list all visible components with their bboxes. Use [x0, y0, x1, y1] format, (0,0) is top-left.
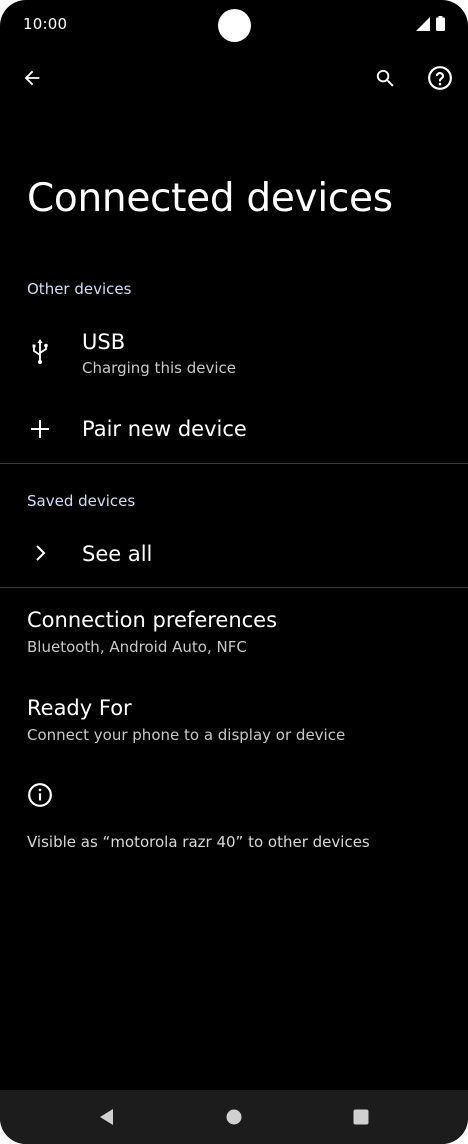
- connection-preferences-item[interactable]: Connection preferences Bluetooth, Androi…: [0, 596, 468, 670]
- signal-icon: [416, 16, 430, 31]
- ready-for-subtitle: Connect your phone to a display or devic…: [27, 726, 346, 744]
- usb-title: USB: [82, 330, 126, 354]
- see-all-item[interactable]: See all: [0, 524, 468, 584]
- see-all-title: See all: [82, 542, 153, 566]
- connection-preferences-subtitle: Bluetooth, Android Auto, NFC: [27, 638, 247, 656]
- page-title: Connected devices: [27, 176, 393, 221]
- section-header-other-devices: Other devices: [27, 280, 132, 298]
- usb-icon: [26, 338, 54, 366]
- nav-home-icon: [226, 1109, 242, 1125]
- plus-icon: [26, 415, 54, 443]
- navigation-bar: [0, 1090, 468, 1144]
- pair-new-device-item[interactable]: Pair new device: [0, 400, 468, 460]
- section-header-saved-devices: Saved devices: [27, 492, 136, 510]
- arrow-back-icon: [24, 70, 40, 86]
- front-camera: [218, 9, 251, 42]
- help-button[interactable]: [422, 60, 458, 96]
- divider: [0, 463, 468, 464]
- nav-recents-button[interactable]: [348, 1104, 374, 1130]
- status-icons: [416, 16, 445, 31]
- divider: [0, 587, 468, 588]
- search-icon: [376, 69, 394, 87]
- search-button[interactable]: [367, 60, 403, 96]
- help-icon: [428, 66, 452, 90]
- back-button[interactable]: [14, 60, 50, 96]
- battery-icon: [436, 16, 445, 31]
- ready-for-title: Ready For: [27, 696, 132, 720]
- nav-recents-icon: [353, 1109, 369, 1125]
- status-time: 10:00: [23, 15, 68, 33]
- visible-as-text: Visible as “motorola razr 40” to other d…: [27, 833, 370, 851]
- nav-home-button[interactable]: [221, 1104, 247, 1130]
- chevron-right-icon: [26, 539, 54, 567]
- nav-back-button[interactable]: [93, 1104, 119, 1130]
- ready-for-item[interactable]: Ready For Connect your phone to a displa…: [0, 684, 468, 758]
- nav-back-icon: [100, 1109, 113, 1125]
- usb-subtitle: Charging this device: [82, 359, 236, 377]
- pair-new-device-title: Pair new device: [82, 417, 247, 441]
- connection-preferences-title: Connection preferences: [27, 608, 278, 632]
- info-icon: [27, 782, 53, 808]
- phone-screen: 10:00 Connected devices Other devices US…: [0, 0, 468, 1144]
- usb-item[interactable]: USB Charging this device: [0, 316, 468, 390]
